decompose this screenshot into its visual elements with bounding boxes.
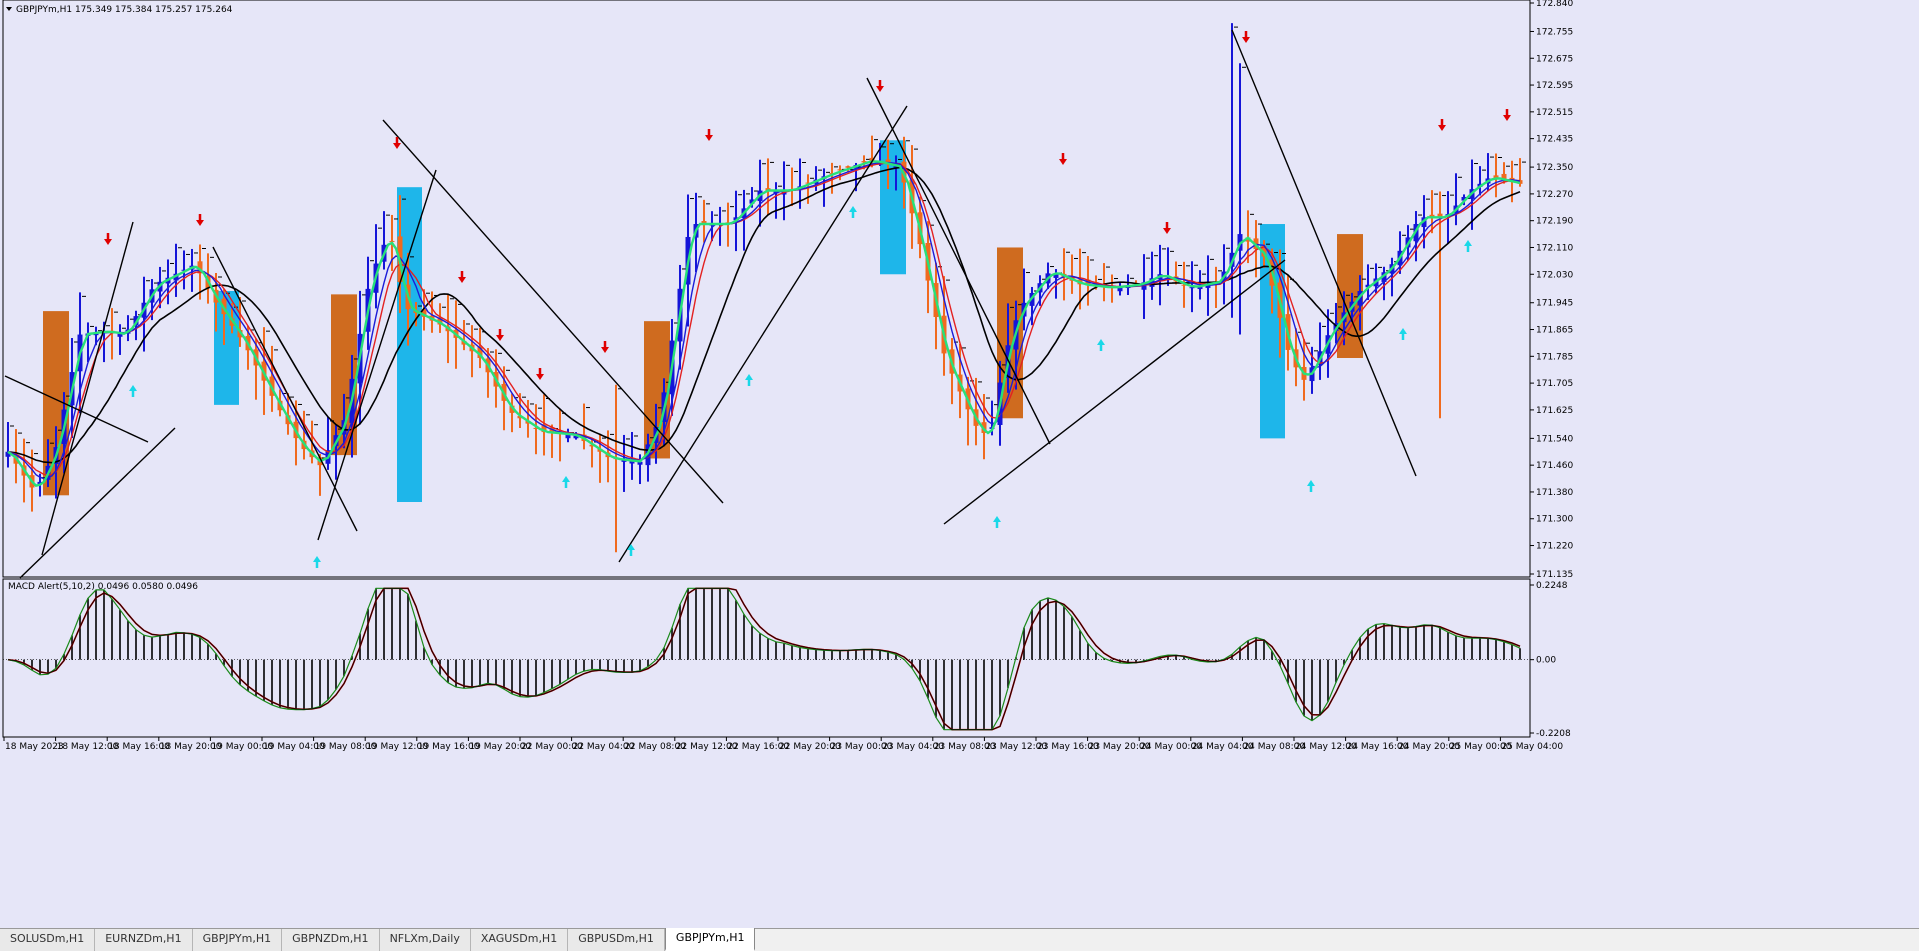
price-axis-label: 172.675 (1536, 54, 1573, 64)
price-axis-label: 171.300 (1536, 515, 1573, 525)
chart-tab-bar: SOLUSDm,H1 EURNZDm,H1 GBPJPYm,H1 GBPNZDm,H1… (0, 928, 1919, 951)
price-axis-label: 172.190 (1536, 217, 1573, 227)
chart-tab[interactable]: GBPJPYm,H1 (664, 928, 756, 951)
chart-tab[interactable]: XAGUSDm,H1 (470, 929, 569, 951)
price-axis-label: 171.380 (1536, 488, 1573, 498)
macd-axis-label: -0.2208 (1536, 729, 1571, 739)
price-axis-label: 171.785 (1536, 352, 1573, 362)
macd-axis-label: 0.2248 (1536, 581, 1568, 591)
macd-axis-label: 0.00 (1536, 656, 1556, 666)
price-axis-label: 171.705 (1536, 379, 1573, 389)
price-axis-label: 172.515 (1536, 108, 1573, 118)
price-axis-label: 172.755 (1536, 27, 1573, 37)
range-box (880, 140, 906, 275)
chart-header: GBPJPYm,H1 175.349 175.384 175.257 175.2… (16, 5, 233, 15)
price-axis-label: 171.540 (1536, 434, 1573, 444)
chart-tab[interactable]: SOLUSDm,H1 (0, 929, 96, 951)
chart-tab[interactable]: GBPNZDm,H1 (282, 929, 380, 951)
chart-window[interactable]: 172.840 172.755 172.675 172.595 172.515 172.4… (0, 0, 1919, 951)
price-axis-label: 171.135 (1536, 570, 1573, 580)
price-axis-label: 171.220 (1536, 542, 1573, 552)
price-axis-label: 171.460 (1536, 461, 1573, 471)
time-axis-label: 25 May 04:00 (1501, 742, 1563, 752)
price-axis-label: 172.270 (1536, 190, 1573, 200)
price-axis-label: 171.865 (1536, 326, 1573, 336)
price-axis-label: 172.110 (1536, 243, 1573, 253)
price-axis-label: 172.595 (1536, 81, 1573, 91)
price-axis-label: 171.625 (1536, 406, 1573, 416)
chart-background (0, 0, 1919, 928)
price-axis-label: 171.945 (1536, 299, 1573, 309)
time-axis-label: 18 May 2023 (5, 742, 64, 752)
macd-indicator-label: MACD Alert(5,10,2) 0.0496 0.0580 0.0496 (8, 582, 198, 592)
price-axis-label: 172.030 (1536, 270, 1573, 280)
chart-tab[interactable]: GBPUSDm,H1 (568, 929, 665, 951)
price-axis-label: 172.435 (1536, 135, 1573, 145)
price-axis-label: 172.840 (1536, 0, 1573, 9)
chart-tab[interactable]: GBPJPYm,H1 (192, 929, 283, 951)
chart-tab[interactable]: NFLXm,Daily (379, 929, 471, 951)
price-axis-label: 172.350 (1536, 163, 1573, 173)
price-chart[interactable]: 172.840 172.755 172.675 172.595 172.515 172.4… (0, 0, 1919, 950)
chart-tab[interactable]: EURNZDm,H1 (95, 929, 193, 951)
